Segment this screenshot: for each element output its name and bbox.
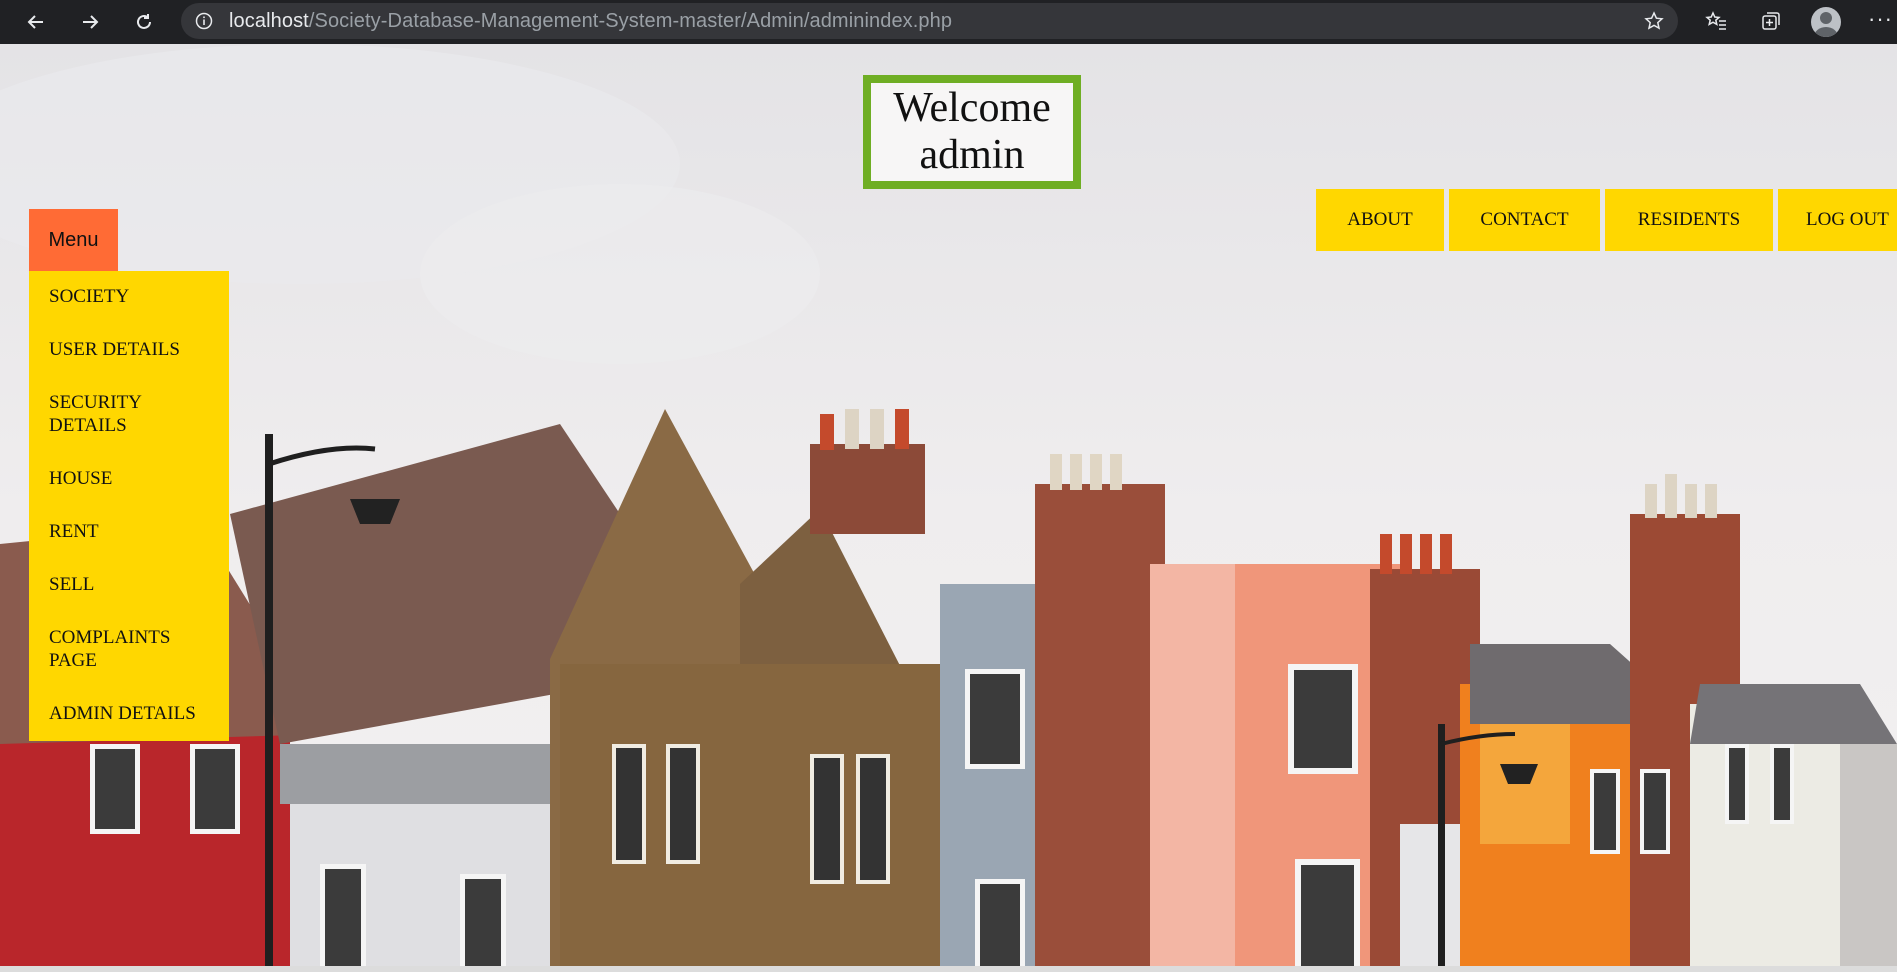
more-icon[interactable]: ···: [1868, 6, 1893, 32]
nav-about[interactable]: ABOUT: [1316, 189, 1444, 251]
collections-icon[interactable]: [1760, 10, 1782, 32]
menu-item-rent[interactable]: RENT: [49, 520, 219, 543]
nav-logout[interactable]: LOG OUT: [1778, 189, 1897, 251]
favorites-icon[interactable]: [1705, 10, 1727, 32]
welcome-text: Welcome admin: [893, 85, 1051, 178]
forward-button[interactable]: [74, 6, 106, 38]
nav-residents[interactable]: RESIDENTS: [1605, 189, 1773, 251]
welcome-banner: Welcome admin: [863, 75, 1081, 189]
info-icon[interactable]: [195, 12, 213, 30]
reload-button[interactable]: [128, 6, 160, 38]
menu-item-admin-details[interactable]: ADMIN DETAILS: [49, 702, 219, 725]
nav-contact[interactable]: CONTACT: [1449, 189, 1600, 251]
back-button[interactable]: [20, 6, 52, 38]
url-path: /Society-Database-Management-System-mast…: [308, 9, 953, 32]
menu-item-user-details[interactable]: USER DETAILS: [49, 338, 219, 361]
star-icon[interactable]: [1644, 11, 1664, 31]
page-content: Welcome admin ABOUT CONTACT RESIDENTS LO…: [0, 44, 1897, 972]
menu-item-security-details[interactable]: SECURITY DETAILS: [49, 391, 219, 437]
browser-toolbar: localhost/Society-Database-Management-Sy…: [0, 0, 1897, 44]
menu-button[interactable]: Menu: [29, 209, 118, 271]
address-bar[interactable]: localhost/Society-Database-Management-Sy…: [181, 3, 1678, 39]
back-icon: [27, 15, 43, 29]
menu-item-complaints-page[interactable]: COMPLAINTS PAGE: [49, 626, 219, 672]
menu-item-society[interactable]: SOCIETY: [49, 285, 219, 308]
menu-item-sell[interactable]: SELL: [49, 573, 219, 596]
menu-dropdown: SOCIETY USER DETAILS SECURITY DETAILS HO…: [29, 271, 229, 741]
profile-icon[interactable]: [1811, 7, 1841, 37]
reload-icon: [137, 14, 151, 29]
url-host: localhost: [229, 9, 309, 32]
menu-item-house[interactable]: HOUSE: [49, 467, 219, 490]
forward-icon: [83, 15, 99, 29]
url-text: localhost/Society-Database-Management-Sy…: [229, 10, 952, 33]
top-nav: ABOUT CONTACT RESIDENTS LOG OUT: [1316, 189, 1897, 251]
